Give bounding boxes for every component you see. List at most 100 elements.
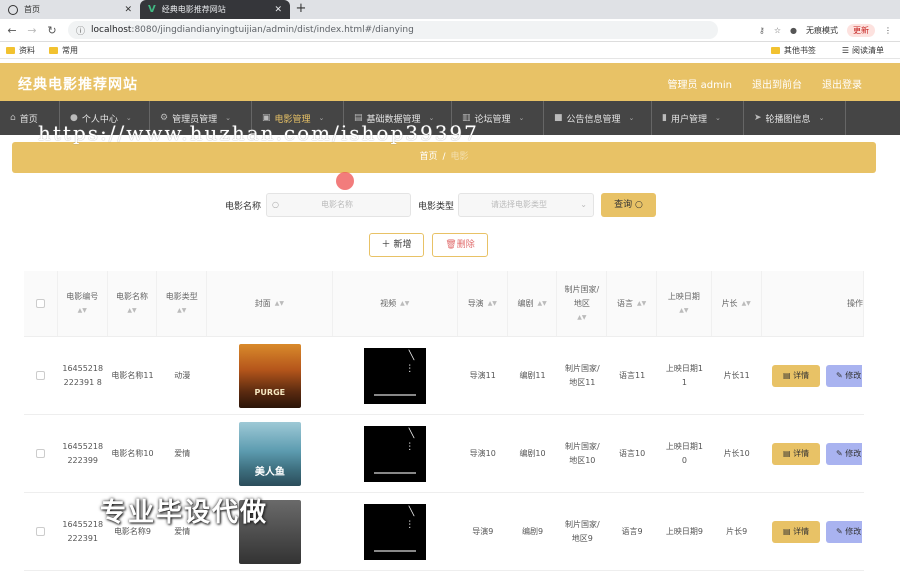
col-release-date[interactable]: 上映日期 ▲▼ bbox=[657, 271, 712, 336]
edit-icon: ✎ bbox=[836, 526, 843, 536]
cell-language: 语言9 bbox=[621, 526, 643, 536]
cell-name: 电影名称10 bbox=[111, 448, 154, 458]
action-bar: ＋ 新增 🗑删除 bbox=[0, 233, 900, 257]
vue-logo-icon: V bbox=[148, 4, 156, 15]
col-id[interactable]: 电影编号 ▲▼ bbox=[58, 271, 108, 336]
cell-writer: 编剧11 bbox=[519, 370, 546, 380]
search-form: 电影名称 ○ 电影名称 电影类型 请选择电影类型 ⌄ 查询 ○ bbox=[0, 193, 900, 217]
breadcrumb-home[interactable]: 首页 bbox=[419, 152, 437, 162]
edit-button[interactable]: ✎ 修改 bbox=[826, 520, 863, 543]
browser-tab-site[interactable]: V 经典电影推荐网站 ✕ bbox=[140, 0, 290, 19]
menu-item-users[interactable]: ▮ 用户管理 ⌄ bbox=[652, 101, 744, 135]
table-row: 16455218222391 8 电影名称11 动漫 PURGE ╲ ⋮ 导演11… bbox=[24, 337, 864, 415]
chevron-down-icon: ⌄ bbox=[818, 114, 825, 122]
video-player[interactable]: ╲ ⋮ bbox=[364, 347, 427, 404]
cover-title: 美人鱼 bbox=[254, 466, 285, 478]
col-type[interactable]: 电影类型 ▲▼ bbox=[157, 271, 208, 336]
video-progress-bar[interactable] bbox=[374, 471, 417, 474]
cell-name: 电影名称11 bbox=[111, 370, 154, 380]
menu-label: 首页 bbox=[19, 114, 38, 125]
url-path: :8080/jingdiandianyingtuijian/admin/dist… bbox=[131, 25, 414, 35]
menu-label: 用户管理 bbox=[670, 114, 707, 125]
column-header: 制片国家/地区 bbox=[564, 284, 600, 308]
key-icon[interactable]: ⚷ bbox=[759, 26, 765, 35]
video-artifact-icon: ╲ bbox=[408, 350, 415, 361]
star-icon[interactable]: ☆ bbox=[774, 26, 781, 35]
cover-image[interactable]: 美人鱼 bbox=[238, 421, 301, 486]
film-type-select[interactable]: 请选择电影类型 ⌄ bbox=[458, 193, 594, 217]
tab-title: 首页 bbox=[24, 5, 40, 14]
globe-icon bbox=[8, 4, 18, 15]
reading-list[interactable]: ☰ 阅读清单 bbox=[842, 45, 884, 56]
forward-icon[interactable]: → bbox=[24, 24, 40, 37]
row-checkbox[interactable] bbox=[36, 527, 46, 536]
query-button[interactable]: 查询 ○ bbox=[601, 193, 656, 217]
address-bar: ← → ↻ ⓘ localhost:8080/jingdiandianyingt… bbox=[0, 19, 900, 42]
col-director[interactable]: 导演 ▲▼ bbox=[458, 271, 508, 336]
video-progress-bar[interactable] bbox=[374, 549, 417, 552]
video-player[interactable]: ╲ ⋮ bbox=[364, 503, 427, 560]
cell-release-date: 上映日期9 bbox=[665, 526, 703, 536]
col-writer[interactable]: 编剧 ▲▼ bbox=[508, 271, 558, 336]
folder-icon bbox=[49, 46, 58, 54]
col-language[interactable]: 语言 ▲▼ bbox=[607, 271, 658, 336]
chevron-down-icon: ⌄ bbox=[628, 114, 635, 122]
close-icon[interactable]: ✕ bbox=[124, 5, 132, 15]
column-header: 上映日期 bbox=[667, 291, 700, 301]
cover-image[interactable]: PURGE bbox=[238, 343, 301, 408]
url-input[interactable]: ⓘ localhost:8080/jingdiandianyingtuijian… bbox=[68, 21, 718, 39]
admin-label: 管理员 admin bbox=[667, 80, 732, 91]
sort-icon: ▲▼ bbox=[77, 306, 87, 314]
document-icon: ▤ bbox=[782, 448, 791, 458]
cell-language: 语言11 bbox=[619, 370, 646, 380]
edit-button[interactable]: ✎ 修改 bbox=[826, 364, 863, 387]
more-options-icon[interactable]: ⋮ bbox=[405, 362, 414, 376]
delete-button[interactable]: 🗑删除 bbox=[432, 233, 488, 257]
logout-link[interactable]: 退出登录 bbox=[822, 76, 862, 91]
more-options-icon[interactable]: ⋮ bbox=[405, 440, 414, 454]
breadcrumb: 首页 / 电影 bbox=[12, 142, 876, 173]
col-length[interactable]: 片长 ▲▼ bbox=[712, 271, 762, 336]
table-row: 16455218222399 电影名称10 爱情 美人鱼 ╲ ⋮ 导演10 编剧1… bbox=[24, 415, 864, 493]
row-checkbox[interactable] bbox=[36, 371, 46, 380]
new-tab-button[interactable]: + bbox=[290, 0, 312, 19]
bookmark-folder[interactable]: 资料 bbox=[6, 45, 35, 56]
add-button[interactable]: ＋ 新增 bbox=[369, 233, 424, 257]
film-name-input[interactable]: ○ 电影名称 bbox=[266, 193, 411, 217]
col-country[interactable]: 制片国家/地区 ▲▼ bbox=[557, 271, 608, 336]
select-all-checkbox[interactable] bbox=[35, 299, 45, 308]
detail-button[interactable]: ▤ 详情 bbox=[772, 364, 821, 387]
sort-icon: ▲▼ bbox=[537, 299, 547, 307]
browser-tab-home[interactable]: 首页 ✕ bbox=[0, 0, 140, 19]
close-icon[interactable]: ✕ bbox=[274, 5, 282, 15]
menu-icon[interactable]: ⋮ bbox=[884, 26, 892, 35]
col-name[interactable]: 电影名称 ▲▼ bbox=[108, 271, 158, 336]
more-options-icon[interactable]: ⋮ bbox=[405, 518, 414, 532]
detail-button[interactable]: ▤ 详情 bbox=[772, 520, 821, 543]
menu-item-carousel[interactable]: ➤ 轮播图信息 ⌄ bbox=[744, 101, 846, 135]
col-video[interactable]: 视频 ▲▼ bbox=[333, 271, 458, 336]
reading-list-label: 阅读清单 bbox=[852, 45, 884, 55]
column-header: 封面 bbox=[254, 298, 271, 308]
row-checkbox[interactable] bbox=[36, 449, 46, 458]
row-select-cell bbox=[24, 415, 58, 492]
cell-type: 动漫 bbox=[174, 370, 191, 380]
other-bookmarks-label: 其他书签 bbox=[783, 45, 816, 55]
back-icon[interactable]: ← bbox=[4, 24, 20, 37]
cell-video: ╲ ⋮ bbox=[333, 337, 458, 414]
cell-country: 制片国家/地区11 bbox=[564, 363, 600, 387]
menu-item-notices[interactable]: ■ 公告信息管理 ⌄ bbox=[544, 101, 652, 135]
other-bookmarks[interactable]: 其他书签 bbox=[770, 45, 816, 56]
video-artifact-icon: ╲ bbox=[408, 428, 415, 439]
update-button[interactable]: 更新 bbox=[847, 23, 875, 37]
detail-button[interactable]: ▤ 详情 bbox=[772, 442, 821, 465]
search-icon: ○ bbox=[635, 200, 643, 210]
bookmark-folder[interactable]: 常用 bbox=[49, 45, 78, 56]
video-progress-bar[interactable] bbox=[374, 393, 417, 396]
edit-button[interactable]: ✎ 修改 bbox=[826, 442, 863, 465]
col-cover[interactable]: 封面 ▲▼ bbox=[207, 271, 333, 336]
back-to-front-link[interactable]: 退出到前台 bbox=[752, 76, 802, 91]
video-player[interactable]: ╲ ⋮ bbox=[364, 425, 427, 482]
reload-icon[interactable]: ↻ bbox=[44, 24, 60, 37]
sort-icon: ▲▼ bbox=[637, 299, 647, 307]
